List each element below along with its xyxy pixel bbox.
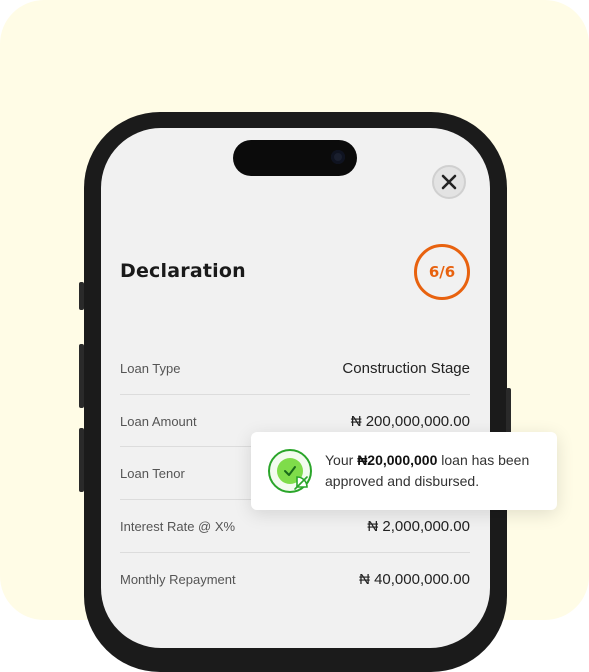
phone-side-button bbox=[79, 282, 84, 310]
verified-badge-icon bbox=[267, 448, 313, 494]
close-button[interactable] bbox=[432, 165, 466, 199]
phone-side-button bbox=[79, 428, 84, 492]
page-title: Declaration bbox=[120, 260, 246, 282]
detail-label: Loan Tenor bbox=[120, 465, 185, 481]
detail-value: ₦ 2,000,000.00 bbox=[367, 517, 470, 535]
detail-label: Monthly Repayment bbox=[120, 571, 236, 587]
approval-toast: Your ₦20,000,000 loan has been approved … bbox=[251, 432, 557, 510]
detail-value: ₦ 200,000,000.00 bbox=[350, 412, 470, 430]
toast-message: Your ₦20,000,000 loan has been approved … bbox=[325, 450, 545, 492]
phone-side-button bbox=[79, 344, 84, 408]
toast-amount: ₦20,000,000 bbox=[357, 452, 438, 468]
detail-row-loan-type: Loan Type Construction Stage bbox=[120, 342, 470, 394]
detail-row-monthly-repayment: Monthly Repayment ₦ 40,000,000.00 bbox=[120, 553, 470, 605]
detail-label: Loan Type bbox=[120, 360, 181, 376]
toast-prefix: Your bbox=[325, 452, 358, 468]
detail-label: Loan Amount bbox=[120, 413, 197, 429]
step-progress-indicator: 6/6 bbox=[414, 244, 470, 300]
detail-label: Interest Rate @ X% bbox=[120, 518, 236, 534]
detail-value: Construction Stage bbox=[342, 359, 470, 377]
close-icon bbox=[441, 174, 457, 190]
detail-value: ₦ 40,000,000.00 bbox=[359, 570, 470, 588]
camera-icon bbox=[331, 150, 345, 164]
